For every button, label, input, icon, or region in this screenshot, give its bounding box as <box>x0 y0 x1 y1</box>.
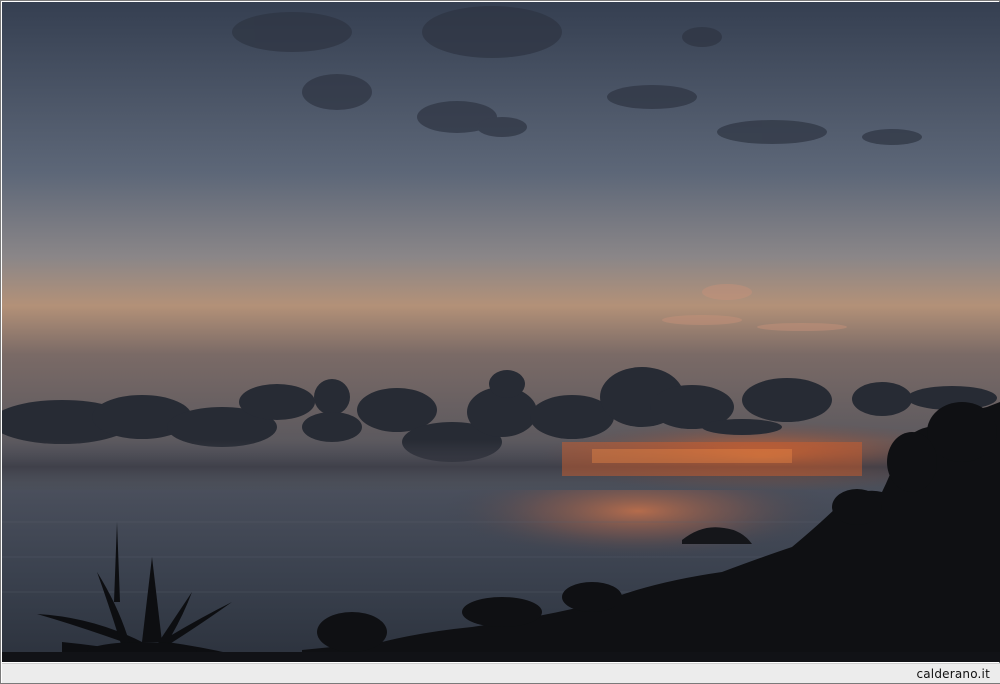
photo-frame: calderano.it <box>0 0 1000 684</box>
sunset-scene <box>2 2 1000 662</box>
site-credit: calderano.it <box>916 667 990 681</box>
caption-bar: calderano.it <box>2 663 1000 683</box>
sunset-photo <box>2 2 1000 662</box>
